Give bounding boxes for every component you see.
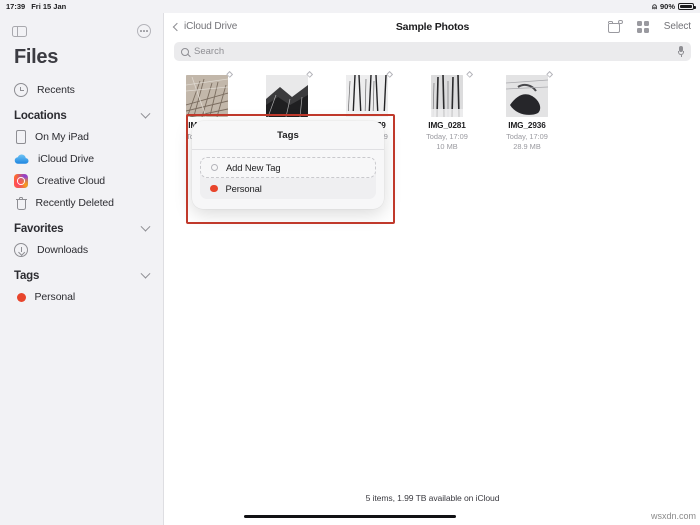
tag-dot-icon [16,292,26,302]
sidebar-section-locations[interactable]: Locations [0,101,163,126]
nav-actions: Select [607,19,691,33]
back-button[interactable]: iCloud Drive [172,21,238,32]
watermark: wsxdn.com [650,511,696,521]
sidebar-toggle-icon[interactable] [12,25,27,37]
add-new-tag-label: Add New Tag [226,162,281,173]
ipad-files-app-screen: 17:39 Fri 15 Jan ⍝ 90% Files Recents Loc… [0,0,700,525]
home-indicator[interactable] [244,514,456,518]
status-text: 5 items, 1.99 TB available on iCloud [365,493,500,503]
status-date: Fri 15 Jan [31,2,67,11]
sidebar-top-bar [0,18,163,44]
file-size: 10 MB [436,142,458,151]
file-item[interactable]: IMG_2936 Today, 17:09 28.9 MB [503,71,553,151]
ipad-icon [16,130,26,144]
status-bar-left: 17:39 Fri 15 Jan [6,2,66,11]
file-thumbnail[interactable] [183,71,233,117]
battery-percent-label: 90% [659,2,675,11]
file-name: IMG_2936 [508,121,546,130]
back-button-label: iCloud Drive [184,21,238,32]
file-thumbnail[interactable] [343,71,393,117]
battery-icon [678,2,696,11]
file-size: 28.9 MB [513,142,541,151]
clock-icon [14,83,28,97]
chevron-down-icon[interactable] [140,268,151,279]
chevron-left-icon [172,22,182,31]
file-date: Today, 17:09 [506,131,548,141]
file-name: IMG_0281 [428,121,466,130]
footer-status-bar: 5 items, 1.99 TB available on iCloud [165,485,700,525]
tags-popover: Tags Add New Tag Personal [192,121,384,209]
sidebar-item-label: Personal [34,291,76,303]
navigation-bar: iCloud Drive Sample Photos Select [165,13,700,40]
chevron-down-icon[interactable] [140,108,151,119]
creative-cloud-icon [14,174,28,188]
empty-circle-icon [211,164,218,171]
select-button[interactable]: Select [664,21,691,32]
ellipsis-circle-icon[interactable] [137,24,151,38]
tags-list: Add New Tag Personal [200,157,376,199]
tag-dot-icon [210,184,218,193]
sidebar-item-on-my-ipad[interactable]: On My iPad [0,126,163,148]
sidebar-item-label: iCloud Drive [38,153,94,165]
page-title: Files [14,46,59,68]
sidebar-section-tags[interactable]: Tags [0,261,163,286]
download-circle-icon [14,243,28,257]
tags-popover-title: Tags [192,121,384,150]
chevron-down-icon[interactable] [140,221,151,232]
search-input[interactable]: Search [174,42,691,61]
search-bar-container: Search [165,40,700,67]
tag-badge-icon [463,71,473,81]
sidebar-section-title: Favorites [14,223,64,235]
sidebar: Files Recents Locations On My iPad iClou… [0,13,164,525]
file-thumbnail[interactable] [423,71,473,117]
file-item[interactable]: IMG_0281 Today, 17:09 10 MB [423,71,473,151]
icloud-icon [14,152,29,166]
sidebar-item-label: Downloads [37,244,89,256]
trash-icon [15,196,27,210]
sidebar-item-label: Creative Cloud [37,175,106,187]
grid-view-icon[interactable] [636,20,649,33]
sidebar-item-label: Recents [37,84,75,96]
search-placeholder: Search [194,46,225,57]
sidebar-item-creative-cloud[interactable]: Creative Cloud [0,170,163,192]
wifi-icon: ⍝ [652,1,657,11]
status-time: 17:39 [6,2,26,11]
sidebar-section-title: Locations [14,110,67,122]
sidebar-section-favorites[interactable]: Favorites [0,214,163,239]
new-folder-icon[interactable] [607,19,623,33]
file-date: Today, 17:09 [426,131,468,141]
file-thumbnail[interactable] [503,71,553,117]
main-content: iCloud Drive Sample Photos Select Search [165,13,700,525]
sidebar-item-downloads[interactable]: Downloads [0,239,163,261]
sidebar-item-label: On My iPad [35,131,89,143]
status-bar: 17:39 Fri 15 Jan ⍝ 90% [0,0,700,13]
status-bar-right: ⍝ 90% [652,1,696,11]
microphone-icon[interactable] [677,46,685,57]
sidebar-item-recently-deleted[interactable]: Recently Deleted [0,192,163,214]
sidebar-item-label: Recently Deleted [35,197,114,209]
tag-row-personal[interactable]: Personal [200,178,376,199]
tags-popover-body: Add New Tag Personal [192,150,384,209]
sidebar-item-icloud-drive[interactable]: iCloud Drive [0,148,163,170]
tag-label: Personal [225,183,262,194]
sidebar-item-recents[interactable]: Recents [0,79,163,101]
add-new-tag-button[interactable]: Add New Tag [200,157,376,178]
search-icon [181,47,189,56]
file-thumbnail[interactable] [263,71,313,117]
sidebar-item-tag-personal[interactable]: Personal [0,286,163,308]
sidebar-section-title: Tags [14,270,40,282]
